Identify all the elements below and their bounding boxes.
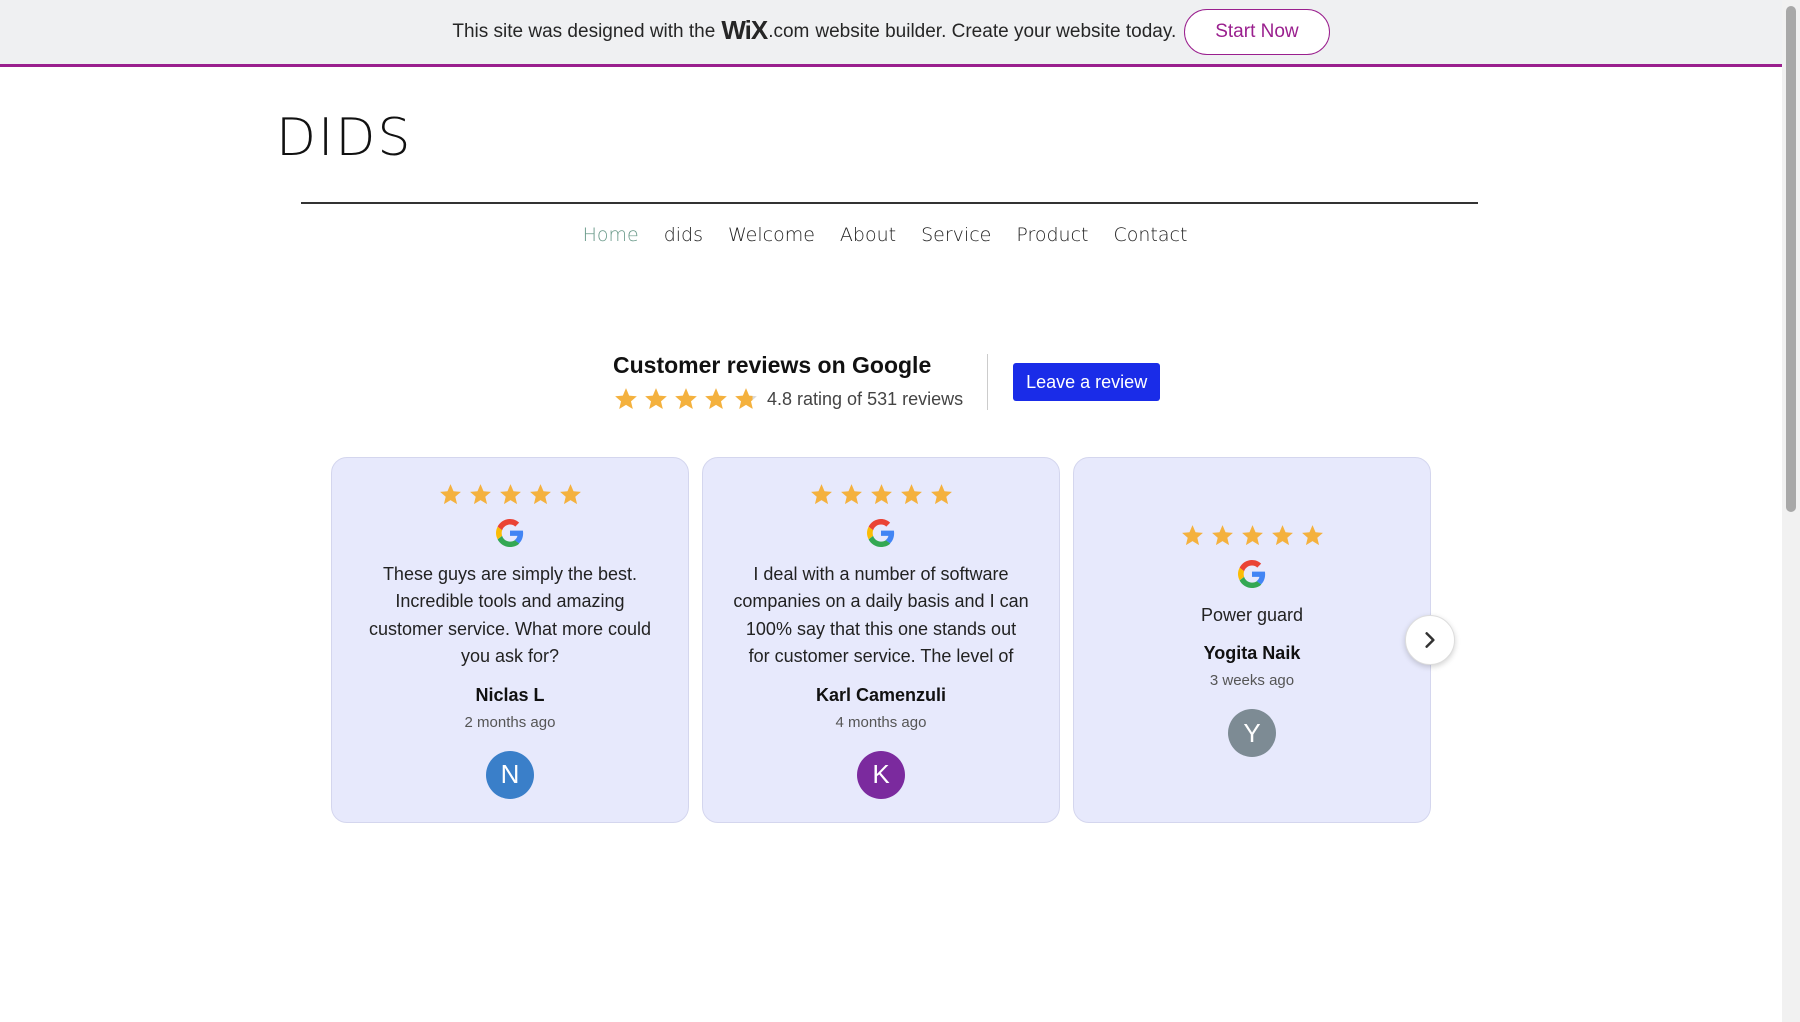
avatar: N bbox=[486, 750, 534, 799]
scrollbar-thumb[interactable] bbox=[1786, 6, 1796, 512]
avatar: K bbox=[857, 750, 905, 799]
review-time: 4 months ago bbox=[835, 713, 927, 731]
review-stars bbox=[809, 482, 954, 507]
review-text: I deal with a number of software compani… bbox=[733, 563, 1029, 667]
header-vertical-divider bbox=[987, 354, 989, 410]
banner-text-before: This site was designed with the bbox=[452, 21, 716, 42]
nav-item-welcome[interactable]: Welcome bbox=[728, 224, 815, 246]
reviews-title: Customer reviews on Google bbox=[613, 352, 932, 378]
star-icon bbox=[469, 483, 491, 504]
review-time: 2 months ago bbox=[464, 713, 556, 731]
star-icon bbox=[930, 483, 952, 504]
star-icon bbox=[840, 483, 862, 504]
review-card: These guys are simply the best. Incredib… bbox=[331, 457, 689, 823]
wix-banner: This site was designed with the WiX .com … bbox=[0, 0, 1782, 67]
leave-review-button[interactable]: Leave a review bbox=[1013, 363, 1161, 401]
star-icon bbox=[615, 388, 637, 409]
nav-item-contact[interactable]: Contact bbox=[1113, 224, 1187, 246]
wix-dotcom: .com bbox=[768, 21, 810, 42]
star-icon bbox=[1271, 524, 1293, 545]
rating-line: 4.8 rating of 531 reviews bbox=[613, 386, 963, 412]
carousel-next-button[interactable] bbox=[1405, 615, 1455, 665]
nav-item-product[interactable]: Product bbox=[1016, 224, 1088, 246]
review-text: Power guard bbox=[1200, 604, 1304, 625]
star-icon bbox=[645, 388, 667, 409]
review-text: These guys are simply the best. Incredib… bbox=[368, 563, 652, 667]
review-stars bbox=[1180, 523, 1325, 548]
review-card: Power guard Yogita Naik 3 weeks ago Y bbox=[1073, 457, 1431, 823]
star-icon bbox=[1241, 524, 1263, 545]
star-icon bbox=[559, 483, 581, 504]
star-icon bbox=[675, 388, 697, 409]
star-icon bbox=[439, 483, 461, 504]
nav-item-home[interactable]: Home bbox=[583, 224, 639, 246]
reviewer-name[interactable]: Niclas L bbox=[475, 685, 544, 706]
star-icon bbox=[499, 483, 521, 504]
start-now-button[interactable]: Start Now bbox=[1184, 9, 1330, 55]
wix-logo[interactable]: WiX bbox=[721, 15, 768, 46]
site-logo[interactable]: DIDS bbox=[276, 108, 412, 168]
review-stars bbox=[438, 482, 583, 507]
google-icon bbox=[496, 518, 524, 547]
reviewer-name[interactable]: Yogita Naik bbox=[1204, 643, 1301, 664]
nav-item-service[interactable]: Service bbox=[921, 224, 991, 246]
reviewer-name[interactable]: Karl Camenzuli bbox=[816, 685, 946, 706]
rating-text: 4.8 rating of 531 reviews bbox=[767, 388, 964, 409]
banner-text-after: website builder. Create your website tod… bbox=[815, 21, 1177, 42]
star-icon bbox=[870, 483, 892, 504]
star-icon bbox=[1301, 524, 1323, 545]
reviews-header: Customer reviews on Google 4.8 rating of… bbox=[613, 352, 1161, 412]
partial-star-icon bbox=[735, 388, 757, 409]
google-icon bbox=[1238, 559, 1266, 588]
google-icon bbox=[867, 518, 895, 547]
header-divider bbox=[301, 202, 1478, 204]
avatar: Y bbox=[1228, 709, 1276, 758]
review-carousel: These guys are simply the best. Incredib… bbox=[331, 457, 1431, 823]
summary-stars bbox=[613, 386, 759, 412]
reviews-summary: Customer reviews on Google 4.8 rating of… bbox=[613, 352, 963, 412]
nav-item-dids[interactable]: dids bbox=[664, 224, 703, 246]
review-card: I deal with a number of software compani… bbox=[702, 457, 1060, 823]
star-icon bbox=[1211, 524, 1233, 545]
scrollbar[interactable] bbox=[1782, 0, 1800, 1022]
star-icon bbox=[529, 483, 551, 504]
star-icon bbox=[810, 483, 832, 504]
main-nav: Home dids Welcome About Service Product … bbox=[0, 224, 1782, 246]
star-icon bbox=[1181, 524, 1203, 545]
chevron-right-icon bbox=[1425, 632, 1435, 648]
review-time: 3 weeks ago bbox=[1209, 672, 1295, 690]
star-icon bbox=[900, 483, 922, 504]
star-icon bbox=[705, 388, 727, 409]
nav-item-about[interactable]: About bbox=[840, 224, 896, 246]
